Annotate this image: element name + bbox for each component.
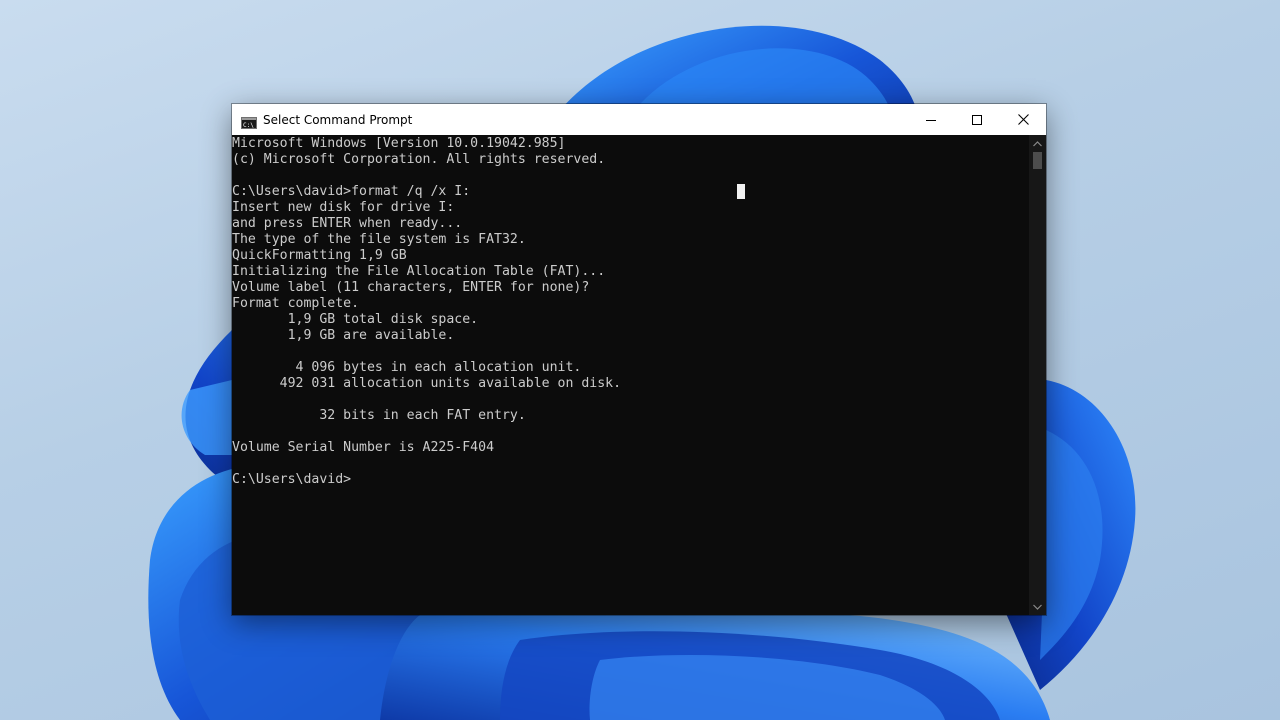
console-line: (c) Microsoft Corporation. All rights re… [232,152,606,167]
scroll-down-icon [1033,604,1042,610]
cmd-icon: C:\ [241,114,257,129]
close-icon [1017,114,1029,125]
console-line: Volume label (11 characters, ENTER for n… [232,280,590,295]
console-line: 1,9 GB total disk space. [232,312,479,327]
scroll-up-icon [1033,140,1042,146]
close-button[interactable] [1000,104,1046,135]
window-title: Select Command Prompt [263,112,413,127]
console-output[interactable]: Microsoft Windows [Version 10.0.19042.98… [232,135,1029,615]
command-prompt-window[interactable]: C:\ Select Command Prompt Microsoft Wind… [232,104,1046,615]
minimize-icon [926,119,936,121]
console-line: The type of the file system is FAT32. [232,232,526,247]
maximize-icon [972,114,982,125]
console-line: 1,9 GB are available. [232,328,455,343]
text-cursor [737,184,745,199]
console-line: Volume Serial Number is A225-F404 [232,440,495,455]
console-line: 32 bits in each FAT entry. [232,408,526,423]
vertical-scrollbar[interactable] [1029,135,1046,615]
scroll-thumb[interactable] [1033,152,1042,169]
console-line: and press ENTER when ready... [232,216,463,231]
console-line: Insert new disk for drive I: [232,200,455,215]
caption-buttons [908,104,1046,135]
console-line: Microsoft Windows [Version 10.0.19042.98… [232,136,566,151]
console-line: 492 031 allocation units available on di… [232,376,622,391]
title-bar[interactable]: C:\ Select Command Prompt [232,104,1046,135]
minimize-button[interactable] [908,104,954,135]
console-line: Format complete. [232,296,360,311]
console-line: Initializing the File Allocation Table (… [232,264,606,279]
maximize-button[interactable] [954,104,1000,135]
scroll-up-button[interactable] [1029,135,1046,152]
svg-text:C:\: C:\ [243,122,254,129]
console-line: C:\Users\david> [232,472,352,487]
console-line: 4 096 bytes in each allocation unit. [232,360,582,375]
console-line: QuickFormatting 1,9 GB [232,248,407,263]
scroll-down-button[interactable] [1029,598,1046,615]
console-line: C:\Users\david>format /q /x I: [232,184,471,199]
